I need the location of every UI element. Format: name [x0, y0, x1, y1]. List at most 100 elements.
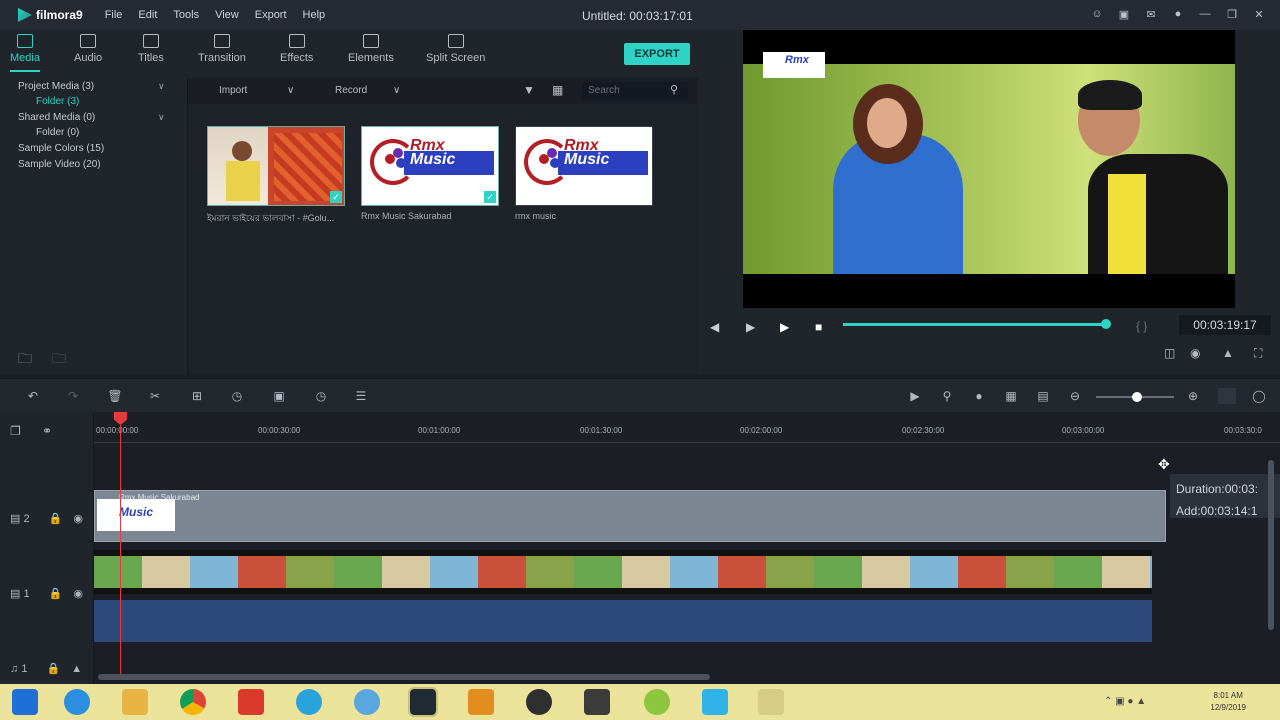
- chevron-down-icon[interactable]: ∨: [158, 81, 165, 92]
- folder-icon[interactable]: 🗀: [52, 348, 66, 372]
- import-chevron-icon[interactable]: ∨: [287, 85, 294, 96]
- microphone-icon[interactable]: ●: [1171, 7, 1185, 21]
- mixer-icon[interactable]: ▦: [1004, 389, 1018, 403]
- speed-icon[interactable]: ◷: [230, 389, 244, 403]
- render-preview-icon[interactable]: ◫: [1164, 346, 1175, 360]
- green-screen-icon[interactable]: ▣: [272, 389, 286, 403]
- filter-icon[interactable]: ▼: [523, 83, 535, 97]
- lock-icon[interactable]: 🔒: [49, 513, 63, 525]
- volume-icon[interactable]: ▲: [1222, 346, 1234, 360]
- marker-icon[interactable]: ⚲: [940, 389, 954, 403]
- adjust-icon[interactable]: ☰: [354, 389, 368, 403]
- stop-icon[interactable]: ■: [815, 320, 822, 334]
- media-thumbnail[interactable]: Rmx Music ✓: [361, 126, 499, 206]
- zoom-in-icon[interactable]: ⊕: [1186, 389, 1200, 403]
- eye-icon[interactable]: ◉: [73, 513, 83, 525]
- tab-media[interactable]: Media: [10, 34, 40, 72]
- restore-icon[interactable]: ❐: [1225, 7, 1239, 21]
- lock-icon[interactable]: 🔒: [49, 588, 63, 600]
- filmora-taskbar-icon[interactable]: [408, 687, 438, 717]
- android-icon[interactable]: [644, 689, 670, 715]
- system-clock[interactable]: 8:01 AM 12/9/2019: [1210, 690, 1246, 714]
- library-item-shared-folder[interactable]: Folder (0): [36, 127, 79, 138]
- library-item-project-media[interactable]: Project Media (3): [18, 81, 94, 92]
- playback-scrubber[interactable]: [1101, 319, 1111, 329]
- tab-split-screen[interactable]: Split Screen: [426, 34, 485, 64]
- library-item-folder[interactable]: Folder (3): [36, 96, 79, 107]
- crop-icon[interactable]: ⊞: [190, 389, 204, 403]
- menu-export[interactable]: Export: [255, 9, 287, 21]
- fl-studio-icon[interactable]: [468, 689, 494, 715]
- telegram-icon[interactable]: [296, 689, 322, 715]
- chrome-icon[interactable]: [180, 689, 206, 715]
- downloader-icon[interactable]: [238, 689, 264, 715]
- playhead[interactable]: [120, 418, 121, 674]
- redo-icon[interactable]: ↷: [66, 389, 80, 403]
- tab-titles[interactable]: Titles: [138, 34, 164, 64]
- close-icon[interactable]: ✕: [1252, 7, 1266, 21]
- file-explorer-icon[interactable]: [122, 689, 148, 715]
- library-item-sample-colors[interactable]: Sample Colors (15): [18, 143, 104, 154]
- link-icon[interactable]: ⚭: [42, 424, 52, 438]
- add-track-icon[interactable]: ❐: [10, 424, 21, 438]
- tab-audio[interactable]: Audio: [74, 34, 102, 64]
- track1-video-clip[interactable]: [94, 550, 1152, 594]
- chevron-down-icon[interactable]: ∨: [158, 112, 165, 123]
- undo-icon[interactable]: ↶: [26, 389, 40, 403]
- lock-icon[interactable]: 🔒: [47, 663, 61, 675]
- export-button[interactable]: EXPORT: [624, 43, 690, 65]
- duration-icon[interactable]: ◷: [314, 389, 328, 403]
- tab-transition[interactable]: Transition: [198, 34, 246, 64]
- snapshot-icon[interactable]: ◉: [1190, 346, 1200, 360]
- internet-explorer-icon[interactable]: [64, 689, 90, 715]
- media-app-icon[interactable]: [526, 689, 552, 715]
- grid-view-icon[interactable]: ▦: [552, 83, 563, 97]
- system-tray-icons[interactable]: ⌃ ▣ ● ▲: [1104, 696, 1146, 707]
- delete-icon[interactable]: 🗑: [107, 389, 122, 403]
- pen-app-icon[interactable]: [758, 689, 784, 715]
- app-icon[interactable]: [702, 689, 728, 715]
- mail-icon[interactable]: ✉: [1144, 7, 1158, 21]
- library-item-shared-media[interactable]: Shared Media (0): [18, 112, 95, 123]
- previous-frame-icon[interactable]: ◀: [710, 320, 719, 334]
- search-input[interactable]: Search ⚲: [582, 82, 688, 100]
- play-icon[interactable]: ▶: [780, 320, 789, 334]
- media-thumbnail[interactable]: ✓: [207, 126, 345, 206]
- account-icon[interactable]: ☺: [1090, 7, 1104, 21]
- eye-icon[interactable]: ◉: [73, 588, 83, 600]
- import-button[interactable]: Import: [219, 85, 247, 96]
- preview-screen[interactable]: Rmx: [743, 30, 1235, 308]
- speaker-icon[interactable]: ▲: [71, 663, 82, 675]
- record-chevron-icon[interactable]: ∨: [393, 85, 400, 96]
- menu-tools[interactable]: Tools: [173, 9, 199, 21]
- menu-file[interactable]: File: [105, 9, 123, 21]
- subtitle-icon[interactable]: ▤: [1036, 389, 1050, 403]
- mark-in-out-icon[interactable]: { }: [1136, 319, 1147, 333]
- cut-icon[interactable]: ✂: [148, 389, 162, 403]
- windows-start-icon[interactable]: [12, 689, 38, 715]
- tab-elements[interactable]: Elements: [348, 34, 394, 64]
- media-thumbnail[interactable]: Rmx Music: [515, 126, 653, 206]
- settings-icon[interactable]: ◯: [1252, 389, 1266, 403]
- browser-icon[interactable]: [354, 689, 380, 715]
- record-button[interactable]: Record: [335, 85, 367, 96]
- new-folder-icon[interactable]: 🗀: [18, 348, 32, 372]
- voiceover-icon[interactable]: ●: [972, 389, 986, 403]
- track2-clip[interactable]: Music Rmx Music Sakurabad: [94, 490, 1166, 542]
- library-item-sample-video[interactable]: Sample Video (20): [18, 159, 101, 170]
- save-icon[interactable]: ▣: [1117, 7, 1131, 21]
- fullscreen-icon[interactable]: ⛶: [1254, 346, 1262, 361]
- timeline-ruler[interactable]: 00:00:00:00 00:00:30:00 00:01:00:00 00:0…: [94, 412, 1280, 448]
- camtasia-icon[interactable]: [584, 689, 610, 715]
- zoom-out-icon[interactable]: ⊖: [1068, 389, 1082, 403]
- menu-edit[interactable]: Edit: [138, 9, 157, 21]
- timeline-scrollbar[interactable]: [98, 674, 710, 680]
- track1-audio-waveform[interactable]: [94, 600, 1152, 642]
- tab-effects[interactable]: Effects: [280, 34, 313, 64]
- zoom-slider-handle[interactable]: [1132, 392, 1142, 402]
- menu-help[interactable]: Help: [303, 9, 326, 21]
- step-back-icon[interactable]: ▶: [746, 320, 755, 334]
- minimize-icon[interactable]: —: [1198, 7, 1212, 21]
- timeline-vertical-scrollbar[interactable]: [1268, 460, 1274, 630]
- zoom-fit-icon[interactable]: [1218, 388, 1236, 404]
